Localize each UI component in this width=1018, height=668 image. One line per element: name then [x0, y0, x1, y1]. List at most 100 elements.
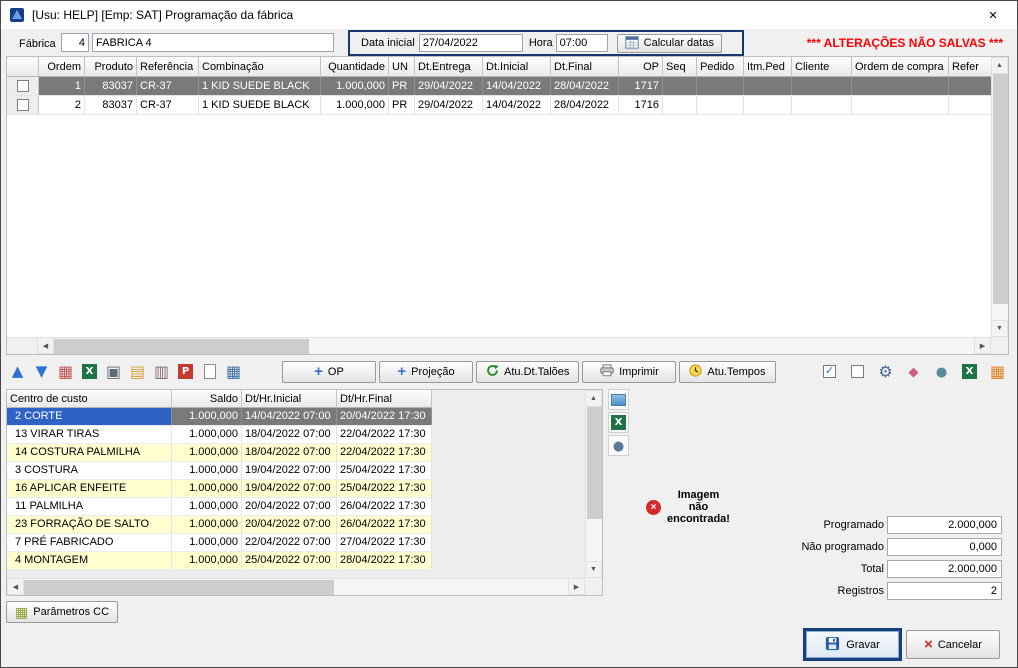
cost-vscrollbar[interactable]: ▲ ▼ — [585, 390, 602, 578]
orders-header-cell[interactable]: Combinação — [199, 57, 321, 77]
cost-center-cell[interactable]: 27/04/2022 17:30 — [337, 534, 432, 551]
orders-cell[interactable]: CR-37 — [137, 96, 199, 114]
cost-center-row[interactable]: 14 COSTURA PALMILHA1.000,00018/04/2022 0… — [7, 444, 432, 462]
excel-export-icon-button[interactable] — [78, 360, 101, 383]
calcular-datas-button[interactable]: Calcular datas — [617, 34, 722, 53]
orders-hscrollbar[interactable]: ◀ ▶ — [37, 337, 991, 354]
orders-header-cell[interactable]: Quantidade — [321, 57, 389, 77]
cost-center-row[interactable]: 2 CORTE1.000,00014/04/2022 07:0020/04/20… — [7, 408, 432, 426]
orders-cell[interactable]: 2 — [39, 96, 85, 114]
print-grid-icon-button[interactable] — [150, 360, 173, 383]
orders-cell[interactable] — [949, 96, 991, 114]
parametros-cc-button[interactable]: Parâmetros CC — [6, 601, 118, 623]
view-icon-button[interactable] — [930, 360, 953, 383]
orders-header-cell[interactable]: Dt.Inicial — [483, 57, 551, 77]
cost-center-cell[interactable]: 22/04/2022 07:00 — [242, 534, 337, 551]
orders-header-cell[interactable]: UN — [389, 57, 415, 77]
cost-center-cell[interactable]: 26/04/2022 17:30 — [337, 516, 432, 533]
orders-header-cell[interactable]: Pedido — [697, 57, 744, 77]
scroll-up-arrow[interactable]: ▲ — [991, 57, 1008, 74]
scroll-down-arrow[interactable]: ▼ — [585, 561, 602, 578]
grid-config-icon-button[interactable] — [986, 360, 1009, 383]
orders-cell[interactable]: 28/04/2022 — [551, 77, 619, 95]
cost-header-cell[interactable]: Saldo — [172, 390, 242, 408]
cost-center-row[interactable]: 11 PALMILHA1.000,00020/04/2022 07:0026/0… — [7, 498, 432, 516]
row-select-checkbox[interactable] — [17, 99, 29, 111]
cost-center-cell[interactable]: 1.000,000 — [172, 534, 242, 551]
cost-center-row[interactable]: 16 APLICAR ENFEITE1.000,00019/04/2022 07… — [7, 480, 432, 498]
document-icon-button[interactable] — [198, 360, 221, 383]
photo-export-icon-button[interactable] — [608, 412, 629, 433]
scroll-up-arrow[interactable]: ▲ — [585, 390, 602, 407]
orders-cell[interactable] — [663, 77, 697, 95]
atu-tempos-button[interactable]: Atu.Tempos — [679, 361, 775, 383]
orders-cell[interactable] — [697, 77, 744, 95]
data-inicial-input[interactable] — [419, 34, 523, 52]
cost-center-cell[interactable]: 1.000,000 — [172, 444, 242, 461]
scroll-thumb[interactable] — [587, 407, 602, 519]
scroll-thumb[interactable] — [54, 339, 309, 354]
cancelar-button[interactable]: × Cancelar — [906, 630, 1000, 659]
add-op-button[interactable]: + OP — [282, 361, 376, 383]
cost-center-row[interactable]: 13 VIRAR TIRAS1.000,00018/04/2022 07:002… — [7, 426, 432, 444]
row-select-checkbox[interactable] — [17, 80, 29, 92]
scroll-right-arrow[interactable]: ▶ — [974, 337, 991, 354]
orders-header-cell[interactable]: Dt.Entrega — [415, 57, 483, 77]
orders-cell[interactable]: 1717 — [619, 77, 663, 95]
orders-cell[interactable] — [697, 96, 744, 114]
cost-center-cell[interactable]: 4 MONTAGEM — [7, 552, 172, 569]
excel-icon-button[interactable] — [958, 360, 981, 383]
orders-cell[interactable]: 29/04/2022 — [415, 77, 483, 95]
fabrica-name-input[interactable] — [92, 33, 334, 52]
orders-cell[interactable] — [792, 96, 852, 114]
cost-center-cell[interactable]: 25/04/2022 17:30 — [337, 462, 432, 479]
orders-cell[interactable]: 83037 — [85, 96, 137, 114]
cost-hscrollbar[interactable]: ◀ ▶ — [7, 578, 585, 595]
orders-header-cell[interactable]: Referência — [137, 57, 199, 77]
style-icon-button[interactable] — [902, 360, 925, 383]
atu-dt-taloes-button[interactable]: Atu.Dt.Talões — [476, 361, 579, 383]
cost-center-cell[interactable]: 7 PRÉ FABRICADO — [7, 534, 172, 551]
cost-center-cell[interactable]: 23 FORRAÇÃO DE SALTO — [7, 516, 172, 533]
orders-cell[interactable]: 1 — [39, 77, 85, 95]
orders-cell[interactable]: 1.000,000 — [321, 77, 389, 95]
orders-header-cell[interactable]: Seq — [663, 57, 697, 77]
scroll-right-arrow[interactable]: ▶ — [568, 578, 585, 595]
cost-center-cell[interactable]: 20/04/2022 17:30 — [337, 408, 432, 425]
cost-center-cell[interactable]: 28/04/2022 17:30 — [337, 552, 432, 569]
orders-header-cell[interactable]: Produto — [85, 57, 137, 77]
orders-cell[interactable] — [852, 96, 949, 114]
orders-cell[interactable]: CR-37 — [137, 77, 199, 95]
cost-center-cell[interactable]: 1.000,000 — [172, 462, 242, 479]
pdf-icon-button[interactable] — [174, 360, 197, 383]
cost-center-row[interactable]: 4 MONTAGEM1.000,00025/04/2022 07:0028/04… — [7, 552, 432, 570]
cost-center-cell[interactable]: 1.000,000 — [172, 426, 242, 443]
cost-center-cell[interactable]: 16 APLICAR ENFEITE — [7, 480, 172, 497]
scroll-thumb[interactable] — [993, 74, 1008, 304]
cost-header-cell[interactable]: Dt/Hr.Final — [337, 390, 432, 408]
orders-cell[interactable]: 1 KID SUEDE BLACK — [199, 96, 321, 114]
folder-image-icon-button[interactable] — [126, 360, 149, 383]
cost-center-cell[interactable]: 25/04/2022 17:30 — [337, 480, 432, 497]
select-all-checked-icon-button[interactable] — [818, 360, 841, 383]
settings-gear-icon-button[interactable] — [874, 360, 897, 383]
remove-grid-icon-button[interactable] — [54, 360, 77, 383]
orders-header-cell[interactable]: Cliente — [792, 57, 852, 77]
orders-row[interactable]: 183037CR-371 KID SUEDE BLACK1.000,000PR2… — [7, 77, 991, 96]
orders-cell[interactable] — [852, 77, 949, 95]
orders-cell[interactable] — [663, 96, 697, 114]
orders-cell[interactable]: 28/04/2022 — [551, 96, 619, 114]
cost-center-cell[interactable]: 11 PALMILHA — [7, 498, 172, 515]
select-none-icon-button[interactable] — [846, 360, 869, 383]
cost-center-cell[interactable]: 26/04/2022 17:30 — [337, 498, 432, 515]
orders-cell[interactable] — [744, 96, 792, 114]
orders-cell[interactable]: 1.000,000 — [321, 96, 389, 114]
move-down-icon-button[interactable] — [30, 360, 53, 383]
cost-center-cell[interactable]: 14 COSTURA PALMILHA — [7, 444, 172, 461]
cost-center-cell[interactable]: 18/04/2022 07:00 — [242, 444, 337, 461]
orders-cell[interactable]: 29/04/2022 — [415, 96, 483, 114]
cost-center-cell[interactable]: 20/04/2022 07:00 — [242, 516, 337, 533]
add-projecao-button[interactable]: + Projeção — [379, 361, 473, 383]
scroll-down-arrow[interactable]: ▼ — [991, 320, 1008, 337]
orders-header-cell[interactable]: Refer — [949, 57, 991, 77]
